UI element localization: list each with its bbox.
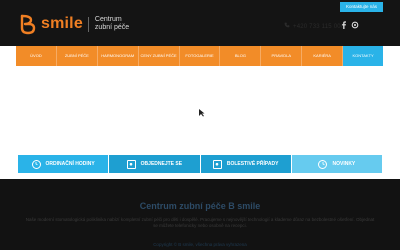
nav-item-fotogalerie[interactable]: FOTOGALERIE: [180, 46, 221, 66]
camera-icon: [126, 159, 136, 169]
clock-icon: [31, 159, 41, 169]
tagline-line1: Centrum: [94, 16, 122, 23]
facebook-icon[interactable]: [340, 21, 348, 29]
top-header: smile Centrum zubní péče Kontaktujte nás…: [0, 0, 400, 46]
phone-number: +420 733 115 000: [293, 23, 345, 30]
camera-icon: [212, 159, 222, 169]
logo-b-icon: [17, 13, 39, 35]
tab-label: NOVINKY: [332, 161, 356, 167]
tab-label: ORDINAČNÍ HODINY: [45, 161, 95, 167]
tab-label: BOLESTIVÉ PŘÍPADY: [226, 161, 279, 167]
phone-icon: [284, 22, 290, 31]
nav-item-pravidla[interactable]: PRAVIDLA: [261, 46, 303, 66]
brand-tagline: Centrum zubní péče: [95, 16, 129, 32]
info-tabs: ORDINAČNÍ HODINY OBJEDNEJTE SE BOLESTIVÉ…: [18, 155, 382, 173]
nav-item-ceny[interactable]: CENY ZUBNÍ PÉČE: [139, 46, 180, 66]
nav-item-kariera[interactable]: KARIÉRA: [302, 46, 344, 66]
logo[interactable]: smile Centrum zubní péče: [17, 13, 129, 35]
phone-contact[interactable]: +420 733 115 000: [284, 22, 344, 31]
footer-copyright: Copyright © B smile, všechna práva vyhra…: [153, 242, 247, 247]
nav-item-blog[interactable]: BLOG: [220, 46, 262, 66]
nav-item-zubni-pece[interactable]: ZUBNÍ PÉČE: [57, 46, 98, 66]
nav-item-harmonogram[interactable]: HARMONOGRAM: [98, 46, 139, 66]
instagram-icon[interactable]: [351, 21, 359, 29]
contact-button[interactable]: Kontaktujte nás: [339, 2, 383, 12]
main-navigation: ÚVOD ZUBNÍ PÉČE HARMONOGRAM CENY ZUBNÍ P…: [16, 46, 384, 66]
tab-objednejte-se[interactable]: OBJEDNEJTE SE: [109, 155, 200, 173]
nav-item-uvod[interactable]: ÚVOD: [16, 46, 57, 66]
cursor-icon: [198, 108, 205, 119]
brand-word: smile: [41, 15, 83, 32]
footer-title: Centrum zubní péče B smile: [139, 201, 261, 211]
tab-novinky[interactable]: NOVINKY: [291, 155, 382, 173]
clock-icon: [318, 159, 328, 169]
tab-label: OBJEDNEJTE SE: [140, 161, 183, 167]
footer-text: Naše moderní stomatologická poliklinika …: [25, 217, 375, 228]
logo-divider: [87, 16, 89, 32]
tab-ordinacni-hodiny[interactable]: ORDINAČNÍ HODINY: [18, 155, 109, 173]
tab-bolestive-pripady[interactable]: BOLESTIVÉ PŘÍPADY: [200, 155, 291, 173]
footer: Centrum zubní péče B smile Naše moderní …: [0, 179, 400, 250]
nav-item-kontakty[interactable]: KONTAKTY: [343, 46, 384, 66]
tagline-line2: zubní péče: [94, 24, 130, 31]
